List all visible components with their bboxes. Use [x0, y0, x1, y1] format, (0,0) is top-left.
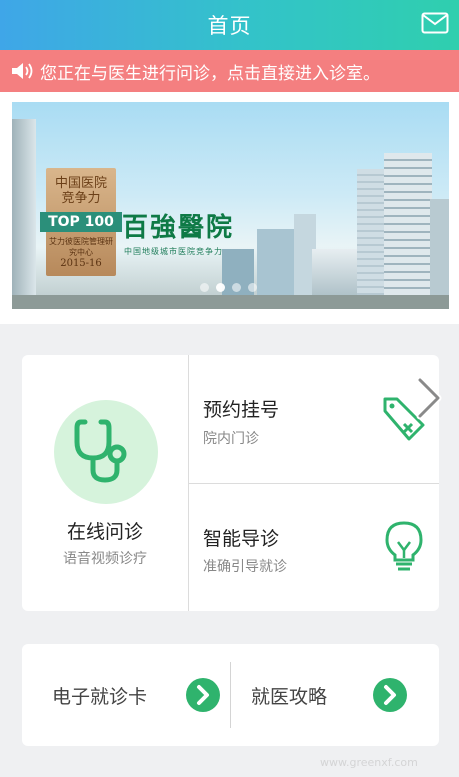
appointment-button[interactable]: 预约挂号 院内门诊: [189, 355, 439, 483]
online-consultation-label: 在线问诊: [66, 521, 143, 543]
smart-guide-button[interactable]: 智能导诊 准确引导就诊: [189, 484, 439, 612]
badge-line2: 竞争力: [61, 191, 101, 206]
online-consultation-subtitle: 语音视频诊疗: [63, 551, 147, 567]
carousel-dot[interactable]: [216, 283, 225, 292]
banner-ground: [12, 295, 449, 309]
banner-building: [430, 199, 449, 309]
smart-guide-subtitle: 准确引导就诊: [203, 559, 287, 575]
page-title: 首页: [207, 14, 252, 38]
top100-award-badge: 中国医院 竞争力 TOP 100 艾力彼医院管理研究中心 2015-16: [40, 168, 122, 276]
arrow-right-icon: [186, 678, 220, 712]
appointment-subtitle: 院内门诊: [203, 431, 259, 447]
app-header: 首页: [0, 0, 459, 50]
badge-ribbon: TOP 100: [40, 212, 122, 232]
services-card: 在线问诊 语音视频诊疗 预约挂号 院内门诊 智能导诊 准确引导就诊: [22, 355, 439, 611]
carousel-dot[interactable]: [248, 283, 257, 292]
appointment-label: 预约挂号: [203, 399, 280, 421]
banner-building: [357, 169, 387, 309]
carousel-dot[interactable]: [232, 283, 241, 292]
medical-card-label: 电子就诊卡: [52, 686, 148, 708]
online-consultation-button[interactable]: 在线问诊 语音视频诊疗: [22, 355, 188, 611]
badge-year: 2015-16: [60, 258, 102, 269]
lightbulb-icon: [385, 521, 423, 571]
banner-building: [384, 153, 432, 309]
carousel-dot[interactable]: [200, 283, 209, 292]
consultation-notice-bar[interactable]: 您正在与医生进行问诊，点击直接进入诊室。: [0, 50, 459, 92]
banner-hospital-subtitle: 中国地级城市医院竞争力: [124, 247, 223, 256]
stethoscope-icon: [74, 419, 127, 483]
notice-text: 您正在与医生进行问诊，点击直接进入诊室。: [40, 63, 380, 84]
medical-guide-label: 就医攻略: [251, 686, 328, 708]
hospital-banner[interactable]: 中国医院 竞争力 TOP 100 艾力彼医院管理研究中心 2015-16 百強醫…: [12, 102, 449, 309]
carousel-indicator: [200, 283, 257, 292]
banner-hospital-name: 百強醫院: [122, 213, 235, 243]
banner-section: 中国医院 竞争力 TOP 100 艾力彼医院管理研究中心 2015-16 百強醫…: [0, 92, 459, 324]
badge-line4: 艾力彼医院管理研究中心: [49, 237, 113, 257]
banner-building: [12, 119, 36, 309]
watermark-text: www.greenxf.com: [320, 756, 418, 769]
smart-guide-label: 智能导诊: [203, 528, 280, 550]
chevron-right-icon[interactable]: [414, 376, 444, 420]
arrow-right-icon: [373, 678, 407, 712]
mail-icon[interactable]: [421, 11, 449, 35]
stethoscope-icon-circle: [54, 400, 158, 504]
speaker-icon: [12, 63, 33, 79]
medical-card-button[interactable]: 电子就诊卡: [22, 644, 230, 746]
watermark: www.greenxf.com: [262, 718, 458, 774]
badge-line1: 中国医院: [54, 176, 107, 191]
